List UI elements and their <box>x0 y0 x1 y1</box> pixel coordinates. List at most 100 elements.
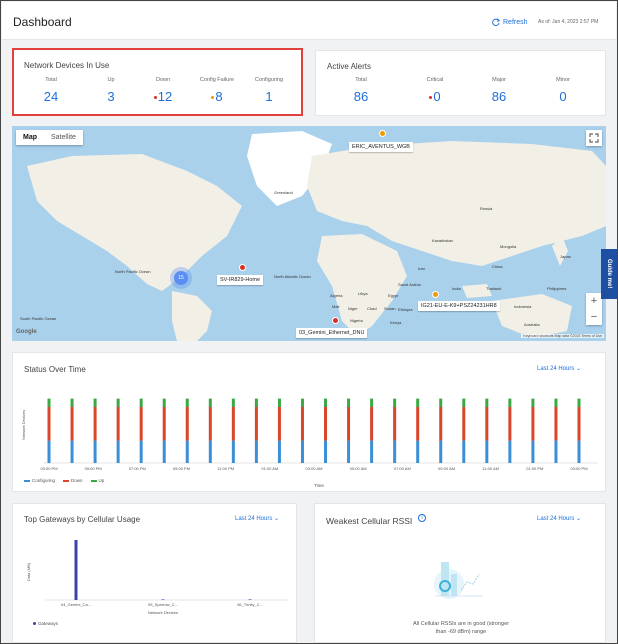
status-bar-segment-configuring <box>324 440 328 463</box>
status-bar-segment-up <box>439 398 443 407</box>
status-bar-segment-configuring <box>254 440 258 463</box>
status-bar-segment-down <box>208 407 212 441</box>
place-label: Mali <box>332 304 340 309</box>
place-label: Chad <box>367 306 377 311</box>
legend-item-down[interactable]: Down <box>63 478 83 483</box>
x-tick-label: 05:00 PM <box>85 466 102 471</box>
status-chart-plot: Network Devices Time 03:00 PM 05:00 PM 07:… <box>21 398 598 488</box>
alerts-minor-stat[interactable]: Minor 0 <box>538 77 588 104</box>
map-marker[interactable] <box>239 264 246 271</box>
marker-cluster[interactable]: 15 <box>174 271 188 285</box>
legend-item-gateways[interactable]: Gateways <box>33 621 58 626</box>
signal-chart-illustration-icon <box>434 562 483 599</box>
marker-label[interactable]: IG21-EU-E-K9+PSZ24231HR8 <box>418 301 500 311</box>
y-axis-label: Network Devices <box>21 410 26 440</box>
map-marker[interactable] <box>332 317 339 324</box>
header-bar: Dashboard Refresh As of: Jan 4, 2023 2:5… <box>2 2 616 40</box>
alerts-major-label: Major <box>492 77 506 83</box>
alerts-critical-value: 0 <box>433 89 441 104</box>
status-bar-segment-up <box>70 398 74 407</box>
status-bar-segment-down <box>393 407 397 441</box>
legend-item-up[interactable]: Up <box>90 478 104 483</box>
place-label: Mongolia <box>500 244 517 249</box>
status-bar-segment-configuring <box>485 440 489 463</box>
place-label: Ethiopia <box>398 307 413 312</box>
status-bar-segment-up <box>277 398 281 407</box>
status-bar-segment-configuring <box>439 440 443 463</box>
x-tick-label: 03:00 PM <box>40 466 57 471</box>
map-attribution[interactable]: Keyboard shortcuts Map data ©2023 Terms … <box>521 334 604 338</box>
status-bar-segment-configuring <box>162 440 166 463</box>
x-tick-label: 04_Gemini_Ca... <box>61 602 91 607</box>
refresh-label: Refresh <box>503 18 528 26</box>
status-bar-segment-up <box>370 398 374 407</box>
status-bar-segment-up <box>116 398 120 407</box>
status-bar-segment-down <box>300 407 304 441</box>
status-bar-segment-down <box>254 407 258 441</box>
alerts-total-label: Total <box>355 77 367 83</box>
status-bar-segment-up <box>93 398 97 407</box>
status-bar-segment-down <box>139 407 143 441</box>
status-bar-segment-down <box>577 407 581 441</box>
x-tick-label: 07:00 AM <box>394 466 411 471</box>
status-bar-segment-down <box>47 407 51 441</box>
fullscreen-icon <box>589 133 599 143</box>
refresh-button[interactable]: Refresh <box>492 18 528 26</box>
x-tick-label: 05_Sparrow_C... <box>148 602 178 607</box>
rssi-range-label: Last 24 Hours <box>537 516 575 522</box>
weakest-rssi-card: Weakest Cellular RSSI i Last 24 Hours ⌄ … <box>314 503 606 643</box>
gateways-legend: Gateways <box>33 621 58 626</box>
map-marker[interactable] <box>379 130 386 137</box>
device-map[interactable]: Greenland North Pacific Ocean North Atla… <box>12 126 606 341</box>
marker-label[interactable]: SV-IR829-Home <box>217 275 264 285</box>
x-tick-label: 03:00 PM <box>570 466 587 471</box>
gateway-bar <box>248 599 252 600</box>
gateway-bar <box>74 540 78 600</box>
status-bar-segment-down <box>277 407 281 441</box>
refresh-icon <box>492 18 500 26</box>
status-bar-segment-configuring <box>93 440 97 463</box>
status-bar-segment-configuring <box>531 440 535 463</box>
zoom-control: + − <box>586 293 602 325</box>
status-bar-segment-configuring <box>116 440 120 463</box>
place-label: Thailand <box>486 286 502 291</box>
place-label: Kazakhstan <box>432 238 453 243</box>
marker-label[interactable]: 03_Gemini_Ethernet_DNU <box>296 328 368 338</box>
alerts-major-stat[interactable]: Major 86 <box>474 77 524 104</box>
place-label: Iran <box>418 266 425 271</box>
place-label: Indonesia <box>514 304 532 309</box>
status-bar-segment-configuring <box>231 440 235 463</box>
status-bar-segment-up <box>347 398 351 407</box>
place-label: Japan <box>560 254 571 259</box>
zoom-in-button[interactable]: + <box>586 293 602 309</box>
guide-me-button[interactable]: Guide me! <box>601 249 617 299</box>
place-label: India <box>452 286 461 291</box>
marker-label[interactable]: ERIC_AVENTUS_WGB <box>349 142 413 152</box>
chevron-down-icon: ⌄ <box>576 516 582 522</box>
highlight-box <box>12 48 303 116</box>
status-bar-segment-down <box>370 407 374 441</box>
status-bar-segment-configuring <box>416 440 420 463</box>
active-alerts-card: Active Alerts Total 86 Critical 0 Major 86 … <box>315 50 606 116</box>
alerts-critical-stat[interactable]: Critical 0 <box>410 77 460 104</box>
map-marker[interactable] <box>432 291 439 298</box>
info-icon[interactable]: i <box>418 514 426 522</box>
alerts-total-stat[interactable]: Total 86 <box>336 77 386 104</box>
x-axis-label: Time <box>314 483 324 488</box>
status-bar-segment-up <box>300 398 304 407</box>
tab-satellite[interactable]: Satellite <box>44 130 83 145</box>
x-tick-label: 01:00 PM <box>526 466 543 471</box>
fullscreen-button[interactable] <box>586 130 602 146</box>
status-bar-segment-down <box>554 407 558 441</box>
status-bar-segment-configuring <box>347 440 351 463</box>
status-bar-segment-up <box>139 398 143 407</box>
place-label: South Pacific Ocean <box>20 316 57 321</box>
zoom-out-button[interactable]: − <box>586 309 602 325</box>
legend-item-configuring[interactable]: Configuring <box>24 478 55 483</box>
tab-map[interactable]: Map <box>16 130 44 145</box>
status-bar-segment-down <box>185 407 189 441</box>
status-bar-segment-down <box>347 407 351 441</box>
google-logo: Google <box>16 329 37 335</box>
rssi-title: Weakest Cellular RSSI <box>326 516 413 526</box>
rssi-range-dropdown[interactable]: Last 24 Hours ⌄ <box>537 515 581 522</box>
